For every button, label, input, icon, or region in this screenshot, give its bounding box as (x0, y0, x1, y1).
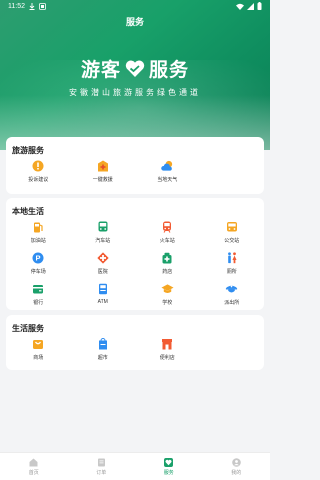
service-gas-station[interactable]: 加油站 (6, 220, 71, 244)
parking-icon: P (32, 251, 45, 264)
service-bank[interactable]: 银行 (6, 282, 71, 306)
hero-title: 游客 服务 (0, 55, 270, 82)
tab-orders[interactable]: 订单 (68, 453, 136, 480)
service-police[interactable]: 派出所 (200, 282, 265, 306)
tab-services[interactable]: 服务 (135, 453, 203, 480)
battery-icon (257, 2, 262, 10)
service-bus-stop[interactable]: 公交站 (200, 220, 265, 244)
signal-icon (247, 2, 254, 10)
service-atm[interactable]: ATM (71, 282, 136, 306)
bus-stop-icon (225, 220, 238, 233)
orders-icon (97, 458, 105, 466)
train-icon (161, 220, 174, 233)
service-train-station[interactable]: 火车站 (135, 220, 200, 244)
section-title-local: 本地生活 (12, 207, 44, 216)
tab-home[interactable]: 首页 (0, 453, 68, 480)
life-services-card: 生活服务 商场 超市 便利店 (6, 315, 264, 370)
weather-icon (160, 159, 174, 172)
convenience-store-icon (161, 337, 174, 350)
status-time: 11:52 (8, 2, 25, 10)
pharmacy-icon (161, 251, 174, 264)
services-icon (164, 457, 174, 467)
hero-subtitle: 安徽潜山旅游服务绿色通道 (69, 88, 201, 97)
service-toilet[interactable]: 厕所 (200, 251, 265, 275)
service-bus-station[interactable]: 汽车站 (71, 220, 136, 244)
profile-icon (231, 457, 241, 467)
service-hospital[interactable]: 医院 (71, 251, 136, 275)
home-icon (29, 458, 38, 466)
heart-icon (125, 60, 145, 77)
notification-icon (39, 2, 46, 10)
service-school[interactable]: 学校 (135, 282, 200, 306)
service-convenience-store[interactable]: 便利店 (135, 337, 200, 361)
section-title-life: 生活服务 (12, 324, 44, 333)
complaint-icon (32, 159, 45, 172)
service-weather[interactable]: 当地天气 (135, 159, 200, 183)
mall-icon (32, 337, 45, 350)
service-mall[interactable]: 商场 (6, 337, 71, 361)
bottom-tab-bar: 首页 订单 服务 我的 (0, 452, 270, 480)
section-title-travel: 旅游服务 (12, 146, 44, 155)
travel-services-card: 旅游服务 投诉建议 一键救援 当地天气 (6, 137, 264, 194)
hero-title-right: 服务 (149, 60, 190, 81)
toilet-icon (225, 251, 238, 264)
gas-station-icon (32, 220, 45, 233)
service-rescue[interactable]: 一键救援 (71, 159, 136, 183)
service-supermarket[interactable]: 超市 (71, 337, 136, 361)
atm-icon (96, 282, 109, 295)
local-life-card: 本地生活 加油站 汽车站 火车站 公交站 P 停车场 医院 药店 厕所 银行 A… (6, 198, 264, 310)
service-parking[interactable]: P 停车场 (6, 251, 71, 275)
tab-profile[interactable]: 我的 (203, 453, 271, 480)
supermarket-icon (96, 337, 109, 350)
hero-title-left: 游客 (80, 60, 121, 81)
status-bar: 11:52 (0, 0, 270, 12)
police-icon (225, 282, 238, 295)
wifi-icon (236, 3, 244, 10)
school-icon (161, 282, 174, 295)
service-complaint[interactable]: 投诉建议 (6, 159, 71, 183)
hospital-icon (96, 251, 109, 264)
service-pharmacy[interactable]: 药店 (135, 251, 200, 275)
svg-text:P: P (36, 253, 41, 262)
page-title: 服务 (125, 17, 144, 27)
rescue-icon (96, 159, 109, 172)
bus-icon (96, 220, 109, 233)
bank-icon (32, 282, 45, 295)
download-icon (29, 2, 35, 10)
